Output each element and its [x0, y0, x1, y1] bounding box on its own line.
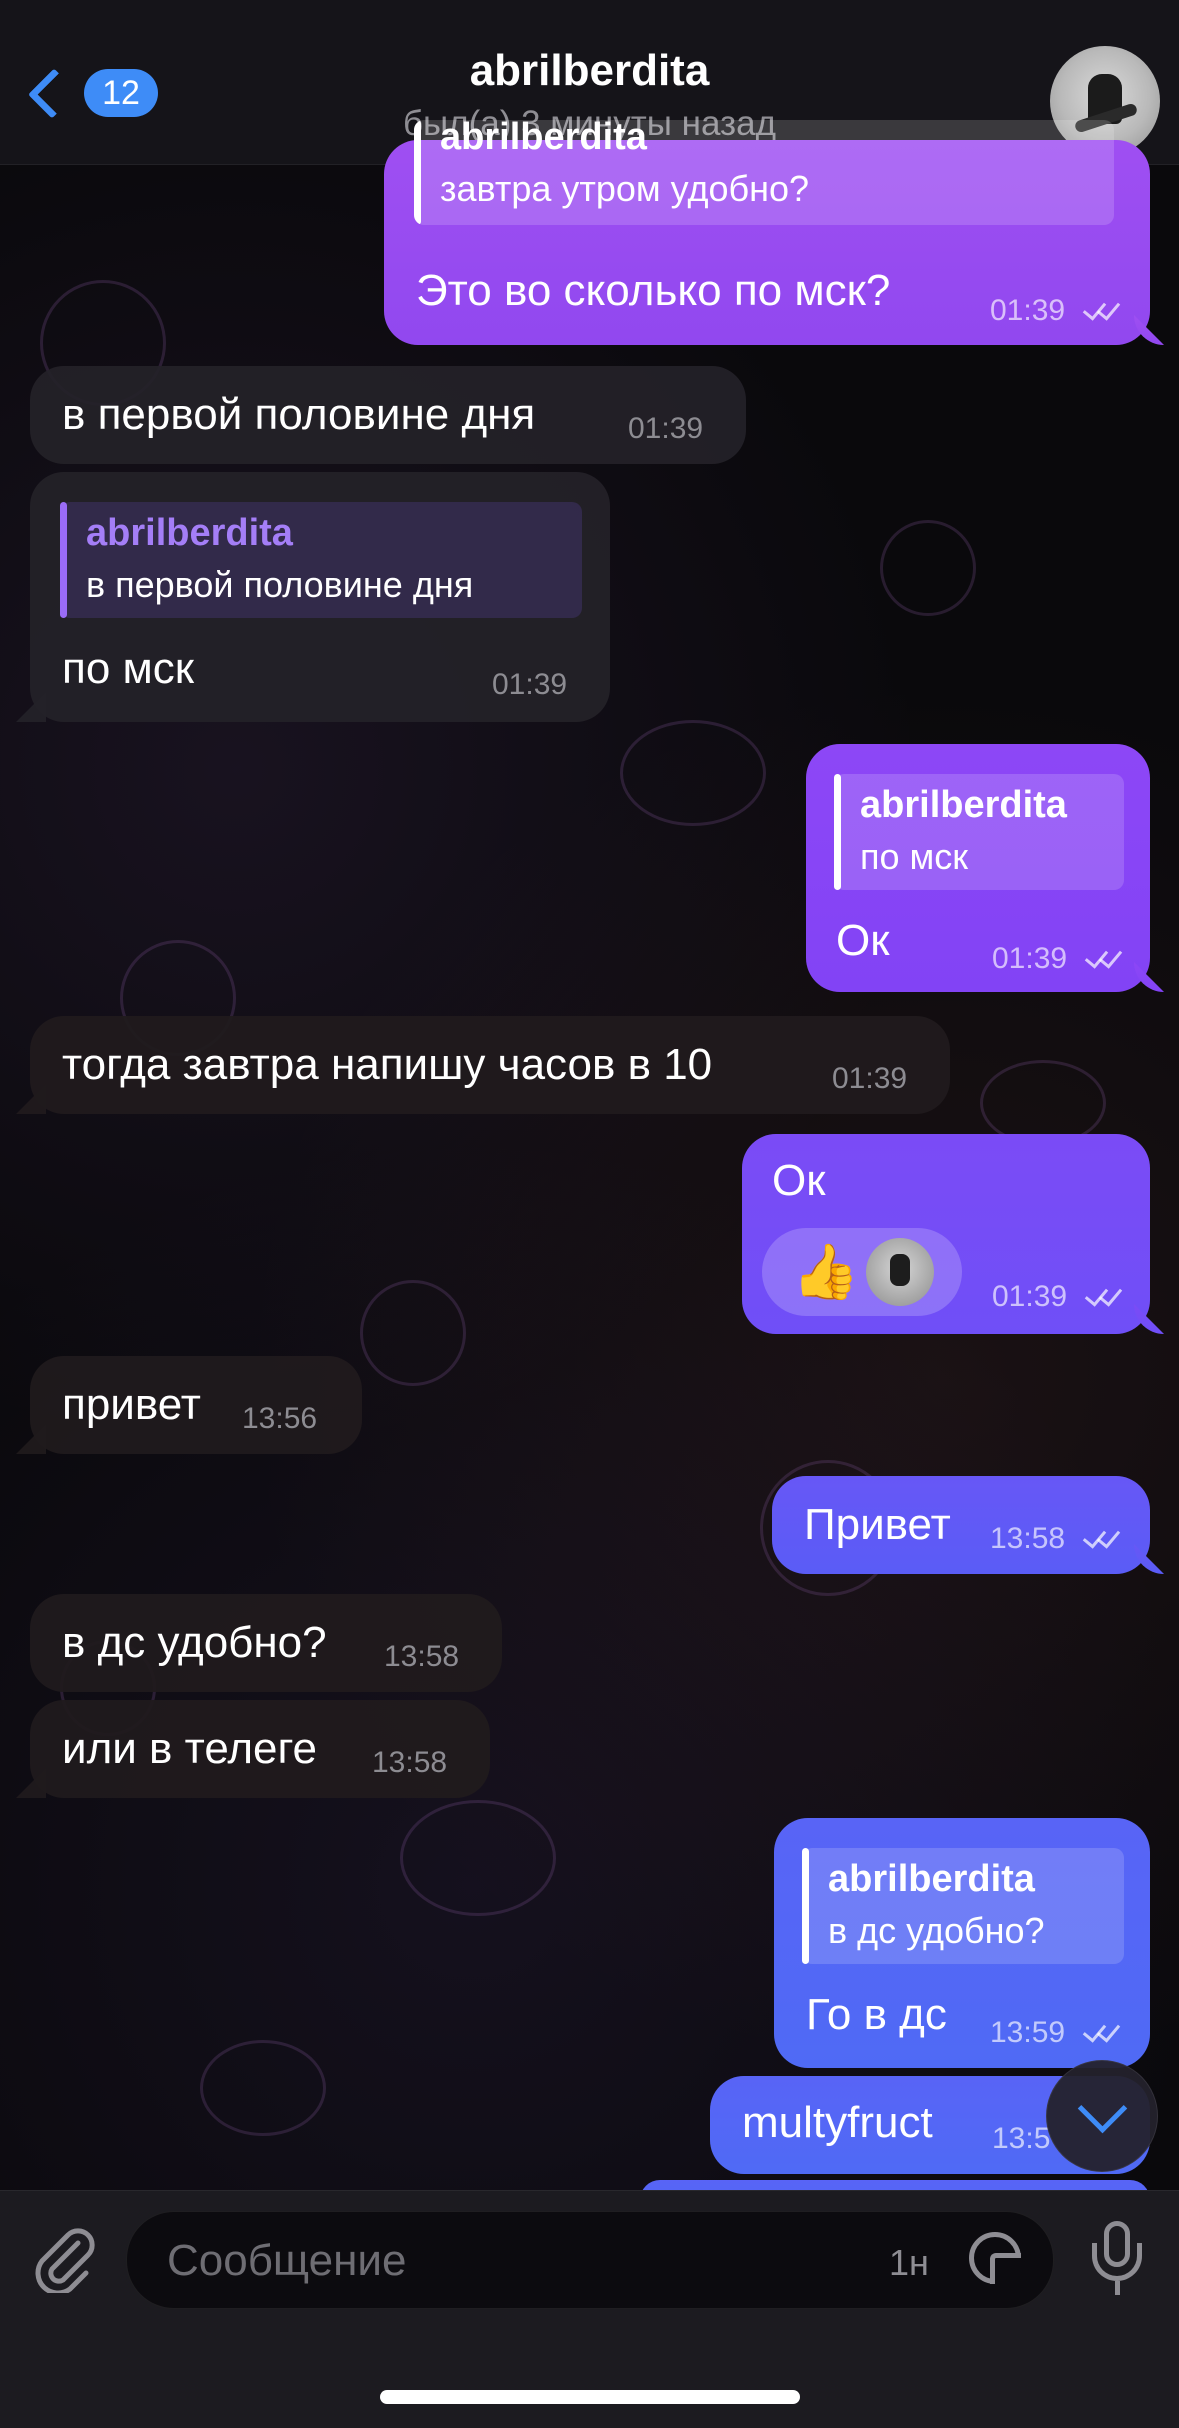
message-time: 13:56: [242, 1402, 318, 1435]
reply-quote-author: abrilberdita: [860, 784, 1067, 826]
reply-quote-author: abrilberdita: [86, 512, 293, 554]
reply-quote-text: в первой половине дня: [86, 564, 474, 605]
message-time: 01:39: [832, 1062, 908, 1095]
message-bubble[interactable]: Ок 👍 01:39: [742, 1134, 1150, 1334]
message-text: по мск: [62, 644, 195, 693]
message-time: 01:39: [992, 1280, 1068, 1313]
read-checkmarks-icon: [1082, 1524, 1122, 1549]
message-input-placeholder: Сообщение: [167, 2236, 407, 2285]
message-bubble[interactable]: или в телеге 13:58: [30, 1700, 490, 1798]
reply-quote-author: abrilberdita: [828, 1858, 1035, 1900]
reply-quote-author: abrilberdita: [440, 120, 647, 158]
message-time: 13:58: [384, 1640, 460, 1673]
read-checkmarks-icon: [1084, 944, 1124, 969]
message-text: в первой половине дня: [62, 390, 536, 439]
read-checkmarks-icon: [1082, 296, 1122, 321]
message-time: 01:39: [628, 412, 704, 445]
message-text: или в телеге: [62, 1724, 318, 1773]
paperclip-icon[interactable]: [28, 2221, 100, 2293]
message-bubble[interactable]: в дс удобно? 13:58: [30, 1594, 502, 1692]
message-time: 01:39: [492, 668, 568, 701]
message-text: в дс удобно?: [62, 1618, 327, 1667]
message-text: multyfruct: [742, 2098, 933, 2147]
reply-quote[interactable]: abrilberdita завтра утром удобно?: [414, 120, 1114, 225]
message-input[interactable]: Сообщение 1н: [126, 2211, 1054, 2309]
message-time: 13:58: [990, 1522, 1066, 1555]
microphone-icon[interactable]: [1082, 2221, 1152, 2297]
message-text: Привет: [804, 1500, 951, 1549]
reply-quote-text: в дс удобно?: [828, 1910, 1045, 1951]
read-checkmarks-icon: [1084, 1282, 1124, 1307]
reply-quote[interactable]: abrilberdita в первой половине дня: [60, 502, 582, 618]
message-text: тогда завтра напишу часов в 10: [62, 1040, 713, 1089]
message-bubble[interactable]: привет 13:56: [30, 1356, 362, 1454]
message-bubble[interactable]: abrilberdita в первой половине дня по мс…: [30, 472, 610, 722]
message-bubble[interactable]: Привет 13:58: [772, 1476, 1150, 1574]
home-indicator[interactable]: [380, 2390, 800, 2404]
message-time: 01:39: [992, 942, 1068, 975]
reply-quote[interactable]: abrilberdita по мск: [834, 774, 1124, 890]
reaction-avatar: [866, 1238, 934, 1306]
message-time: 13:58: [372, 1746, 448, 1779]
read-checkmarks-icon: [1082, 2018, 1122, 2043]
message-bubble[interactable]: abrilberdita в дс удобно? Го в дс 13:59: [774, 1818, 1150, 2068]
scroll-to-bottom-button[interactable]: [1046, 2060, 1158, 2172]
message-text: привет: [62, 1380, 201, 1429]
message-bubble[interactable]: в первой половине дня 01:39: [30, 366, 746, 464]
message-time: 13:59: [990, 2016, 1066, 2049]
autodelete-timer-button[interactable]: 1н: [889, 2242, 929, 2284]
message-bubble[interactable]: abrilberdita завтра утром удобно? Это во…: [384, 120, 1150, 345]
sticker-icon[interactable]: [969, 2232, 1021, 2284]
thumbs-up-icon: 👍: [792, 1242, 860, 1302]
reply-quote-text: завтра утром удобно?: [440, 168, 810, 209]
message-time: 01:39: [990, 294, 1066, 327]
message-text: Го в дс: [806, 1990, 947, 2039]
message-text: Ок: [836, 916, 890, 965]
message-bubble[interactable]: abrilberdita по мск Ок 01:39: [806, 744, 1150, 992]
reaction-chip[interactable]: 👍: [762, 1228, 962, 1316]
chat-title[interactable]: abrilberdita: [0, 46, 1179, 96]
reply-quote-text: по мск: [860, 836, 969, 877]
reply-quote[interactable]: abrilberdita в дс удобно?: [802, 1848, 1124, 1964]
message-time: 13:5: [992, 2122, 1051, 2155]
message-bubble[interactable]: тогда завтра напишу часов в 10 01:39: [30, 1016, 950, 1114]
message-text: Это во сколько по мск?: [416, 266, 891, 315]
message-text: Ок: [772, 1156, 826, 1205]
